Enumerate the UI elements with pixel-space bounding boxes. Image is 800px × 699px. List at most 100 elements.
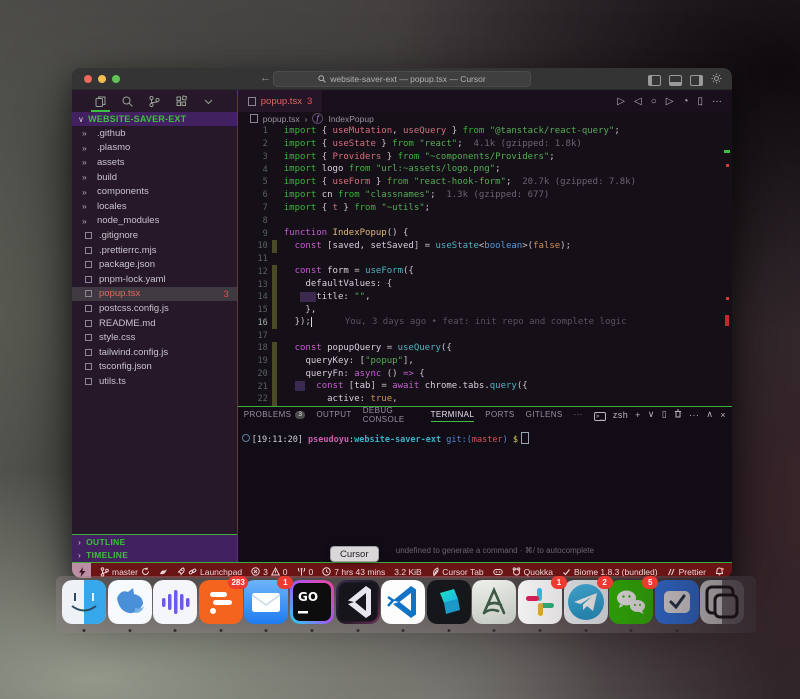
- nav-back-icon[interactable]: ←: [260, 72, 271, 85]
- file-popup.tsx[interactable]: popup.tsx3: [72, 287, 237, 302]
- dock-vscode-icon[interactable]: [381, 580, 425, 624]
- step-forward-icon[interactable]: ▷: [666, 96, 674, 107]
- panel-tab-ports[interactable]: PORTS: [485, 407, 514, 422]
- chevron-down-icon[interactable]: [202, 95, 215, 108]
- panel-tab-problems[interactable]: PROBLEMS3: [244, 407, 306, 422]
- close-panel-icon[interactable]: ×: [720, 410, 726, 420]
- file-tsconfig.json[interactable]: tsconfig.json: [72, 360, 237, 375]
- breadcrumb[interactable]: popup.tsx › ƒ IndexPopup: [238, 112, 732, 125]
- source-control-icon[interactable]: [148, 95, 161, 108]
- chevron-right-icon: ›: [78, 537, 81, 547]
- file-package.json[interactable]: package.json: [72, 257, 237, 272]
- explorer-root-folder[interactable]: ∨ WEBSITE-SAVER-EXT: [72, 112, 237, 126]
- problems-summary[interactable]: 30: [251, 567, 287, 577]
- panel-tab-terminal[interactable]: TERMINAL: [431, 407, 475, 422]
- dock-reader-app-icon[interactable]: 283: [199, 580, 243, 624]
- record-icon[interactable]: ○: [651, 96, 657, 107]
- terminal-icon[interactable]: >_: [594, 410, 606, 420]
- gitlens-launchpad[interactable]: Launchpad: [177, 567, 242, 577]
- line-number: 8: [238, 216, 268, 226]
- dock-slack-icon[interactable]: 1: [518, 580, 562, 624]
- folder-.github[interactable]: ».github: [72, 126, 237, 141]
- folder-components[interactable]: »components: [72, 184, 237, 199]
- dock-mail-icon[interactable]: 1: [244, 580, 288, 624]
- trash-icon[interactable]: [674, 409, 682, 420]
- zoom-button[interactable]: [112, 75, 120, 83]
- split-terminal-icon[interactable]: ▯: [662, 409, 667, 420]
- dock-fox-app-icon[interactable]: [108, 580, 152, 624]
- git-branch[interactable]: master: [100, 567, 150, 577]
- dock-cursor-app-icon[interactable]: [336, 580, 380, 624]
- dock-goland-icon[interactable]: GO: [290, 580, 334, 624]
- chevron-down-icon[interactable]: ∨: [648, 409, 655, 420]
- biome-status[interactable]: Biome 1.8.3 (bundled): [562, 567, 658, 577]
- status-label: Quokka: [524, 567, 553, 577]
- quokka-status[interactable]: Quokka: [512, 567, 553, 577]
- file-README.md[interactable]: README.md: [72, 316, 237, 331]
- feather-status[interactable]: [431, 567, 439, 576]
- file-size[interactable]: 3.2 KiB: [394, 567, 421, 577]
- dock-wechat-icon[interactable]: 5: [609, 580, 653, 624]
- extensions-icon[interactable]: [175, 95, 188, 108]
- folder-build[interactable]: »build: [72, 170, 237, 185]
- file-tailwind.config.js[interactable]: tailwind.config.js: [72, 345, 237, 360]
- line-number: 2: [238, 139, 268, 149]
- panel-tab-output[interactable]: OUTPUT: [316, 407, 351, 422]
- run-timer-icon[interactable]: ◔: [682, 96, 688, 107]
- file-.gitignore[interactable]: .gitignore: [72, 228, 237, 243]
- outline-section[interactable]: › OUTLINE: [72, 535, 237, 549]
- dock-teal-app-icon[interactable]: [427, 580, 471, 624]
- layout-sidebar-icon[interactable]: [648, 75, 661, 86]
- code-editor[interactable]: 1import { useMutation, useQuery } from "…: [238, 125, 732, 406]
- terminal[interactable]: [19:11:20] pseudoyu:website-saver-ext gi…: [238, 422, 732, 562]
- dock-telegram-icon[interactable]: 2: [564, 580, 608, 624]
- line-number: 20: [238, 369, 268, 379]
- file-.prettierrc.mjs[interactable]: .prettierrc.mjs: [72, 243, 237, 258]
- folder-.plasmo[interactable]: ».plasmo: [72, 141, 237, 156]
- dock-arc-browser-icon[interactable]: [472, 580, 516, 624]
- layout-panel-icon[interactable]: [669, 75, 682, 86]
- file-pnpm-lock.yaml[interactable]: pnpm-lock.yaml: [72, 272, 237, 287]
- prettier-status[interactable]: Prettier: [667, 567, 706, 577]
- layout-secondary-sidebar-icon[interactable]: [690, 75, 703, 86]
- folder-assets[interactable]: »assets: [72, 155, 237, 170]
- file-utils.ts[interactable]: utils.ts: [72, 374, 237, 389]
- settings-gear-icon[interactable]: [711, 73, 722, 87]
- broadcast-count[interactable]: 0: [297, 567, 314, 577]
- panel-tab--[interactable]: ···: [574, 407, 583, 422]
- timeline-section[interactable]: › TIMELINE: [72, 549, 237, 563]
- explorer-icon[interactable]: [94, 95, 107, 108]
- status-extra[interactable]: [159, 568, 168, 576]
- notifications-bell[interactable]: [715, 567, 724, 576]
- panel-tab-gitlens[interactable]: GITLENS: [526, 407, 563, 422]
- file-postcss.config.js[interactable]: postcss.config.js: [72, 301, 237, 316]
- run-icon[interactable]: ▷: [617, 96, 625, 107]
- folder-node_modules[interactable]: »node_modules: [72, 214, 237, 229]
- more-icon[interactable]: ···: [689, 410, 699, 420]
- code-text: const [tab] = await chrome.tabs.query({: [284, 380, 528, 393]
- panel-tab-debug-console[interactable]: DEBUG CONSOLE: [363, 407, 420, 422]
- step-back-icon[interactable]: ◁: [634, 96, 642, 107]
- cursor-tab[interactable]: Cursor Tab: [442, 567, 483, 577]
- code-text: queryKey: ["popup"],: [284, 355, 414, 368]
- close-button[interactable]: [84, 75, 92, 83]
- dock-audio-app-icon[interactable]: [153, 580, 197, 624]
- file-style.css[interactable]: style.css: [72, 330, 237, 345]
- dock-clipped-app-icon[interactable]: [700, 580, 744, 624]
- dock-finder-icon[interactable]: [62, 580, 106, 624]
- copilot-status[interactable]: [493, 568, 503, 576]
- maximize-panel-icon[interactable]: ∧: [706, 409, 713, 420]
- code-text: import { Providers } from "~components/P…: [284, 151, 555, 164]
- warn-icon: [271, 567, 280, 576]
- wakatime-timer[interactable]: 7 hrs 43 mins: [322, 567, 385, 577]
- more-actions-icon[interactable]: ···: [712, 96, 722, 107]
- tab-popup-tsx[interactable]: popup.tsx 3: [238, 90, 324, 112]
- add-terminal-icon[interactable]: +: [635, 410, 641, 420]
- file-icon: [85, 349, 92, 356]
- split-editor-icon[interactable]: ▯: [697, 96, 703, 107]
- folder-locales[interactable]: »locales: [72, 199, 237, 214]
- dock-things-icon[interactable]: [655, 580, 699, 624]
- minimize-button[interactable]: [98, 75, 106, 83]
- search-icon[interactable]: [121, 95, 134, 108]
- window-search[interactable]: website-saver-ext — popup.tsx — Cursor: [273, 71, 531, 87]
